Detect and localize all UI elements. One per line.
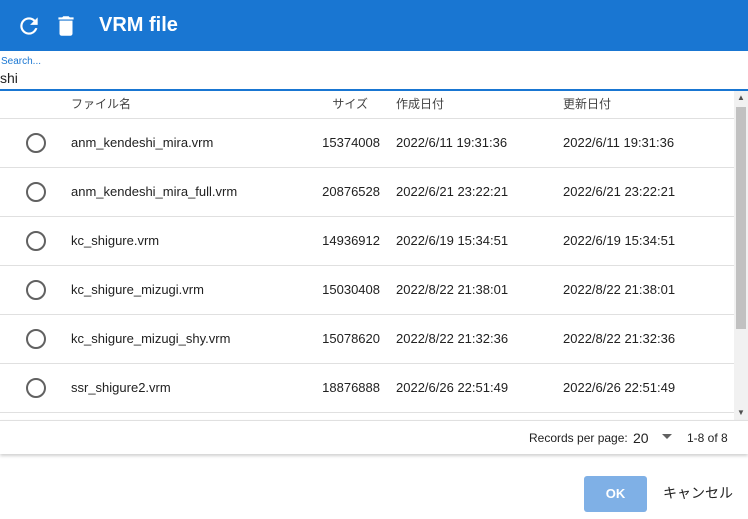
- file-name: kc_shigure.vrm: [71, 233, 160, 248]
- table-header: ファイル名 サイズ 作成日付 更新日付: [0, 91, 734, 119]
- file-table: ファイル名 サイズ 作成日付 更新日付 anm_kendeshi_mira.vr…: [0, 91, 748, 420]
- file-size: 15374008: [322, 135, 380, 150]
- ok-button[interactable]: OK: [584, 476, 647, 512]
- row-select-radio[interactable]: [26, 133, 46, 153]
- column-header-size[interactable]: サイズ: [332, 97, 368, 111]
- table-row[interactable]: anm_kendeshi_mira_full.vrm 20876528 2022…: [0, 168, 734, 217]
- row-select-radio[interactable]: [26, 378, 46, 398]
- table-row[interactable]: ssr_shigure2.vrm 18876888 2022/6/26 22:5…: [0, 364, 734, 413]
- table-row[interactable]: kc_shigure.vrm 14936912 2022/6/19 15:34:…: [0, 217, 734, 266]
- file-name: anm_kendeshi_mira_full.vrm: [71, 184, 238, 199]
- file-size: 15030408: [322, 282, 380, 297]
- cancel-button[interactable]: キャンセル: [655, 476, 741, 512]
- file-name: kc_shigure_mizugi.vrm: [71, 282, 204, 297]
- table-body: anm_kendeshi_mira.vrm 15374008 2022/6/11…: [0, 119, 734, 420]
- column-header-created[interactable]: 作成日付: [396, 97, 444, 111]
- records-per-page-value: 20: [633, 430, 649, 446]
- created-date: 2022/6/26 22:51:49: [396, 380, 509, 395]
- file-size: 20876528: [322, 184, 380, 199]
- scroll-down-arrow-icon[interactable]: ▼: [734, 406, 748, 420]
- column-header-updated[interactable]: 更新日付: [563, 97, 611, 111]
- file-size: 18876888: [322, 380, 380, 395]
- updated-date: 2022/6/19 15:34:51: [563, 233, 676, 248]
- search-field: Search...: [0, 51, 748, 91]
- updated-date: 2022/8/22 21:38:01: [563, 282, 676, 297]
- table-row[interactable]: kc_shigure_mizugi.vrm 15030408 2022/8/22…: [0, 266, 734, 315]
- records-per-page-select[interactable]: 20: [632, 427, 676, 447]
- row-select-radio[interactable]: [26, 231, 46, 251]
- app-header: VRM file: [0, 0, 748, 51]
- updated-date: 2022/6/11 19:31:36: [563, 135, 675, 150]
- row-select-radio[interactable]: [26, 182, 46, 202]
- column-header-name[interactable]: ファイル名: [71, 97, 131, 111]
- row-select-radio[interactable]: [26, 280, 46, 300]
- file-name: kc_shigure_mizugi_shy.vrm: [71, 331, 231, 346]
- created-date: 2022/8/22 21:32:36: [396, 331, 509, 346]
- table-row-partial[interactable]: [0, 413, 734, 420]
- updated-date: 2022/6/21 23:22:21: [563, 184, 676, 199]
- table-row[interactable]: anm_kendeshi_mira.vrm 15374008 2022/6/11…: [0, 119, 734, 168]
- file-size: 15078620: [322, 331, 380, 346]
- pagination-bar: Records per page: 20 1-8 of 8: [0, 420, 748, 454]
- row-select-radio[interactable]: [26, 329, 46, 349]
- created-date: 2022/6/21 23:22:21: [396, 184, 509, 199]
- records-per-page-label: Records per page:: [529, 431, 628, 445]
- vertical-scrollbar[interactable]: ▲ ▼: [734, 91, 748, 420]
- created-date: 2022/6/11 19:31:36: [396, 135, 508, 150]
- trash-icon[interactable]: [53, 13, 79, 39]
- created-date: 2022/6/19 15:34:51: [396, 233, 509, 248]
- search-input[interactable]: [0, 68, 740, 88]
- table-row[interactable]: kc_shigure_mizugi_shy.vrm 15078620 2022/…: [0, 315, 734, 364]
- scroll-thumb[interactable]: [736, 107, 746, 329]
- file-size: 14936912: [322, 233, 380, 248]
- file-name: ssr_shigure2.vrm: [71, 380, 171, 395]
- file-name: anm_kendeshi_mira.vrm: [71, 135, 214, 150]
- page-range: 1-8 of 8: [687, 431, 728, 445]
- scroll-up-arrow-icon[interactable]: ▲: [734, 91, 748, 105]
- page-title: VRM file: [99, 14, 178, 36]
- search-label: Search...: [1, 56, 42, 67]
- updated-date: 2022/6/26 22:51:49: [563, 380, 676, 395]
- created-date: 2022/8/22 21:38:01: [396, 282, 509, 297]
- dropdown-arrow-icon: [662, 434, 672, 439]
- updated-date: 2022/8/22 21:32:36: [563, 331, 676, 346]
- refresh-icon[interactable]: [16, 13, 42, 39]
